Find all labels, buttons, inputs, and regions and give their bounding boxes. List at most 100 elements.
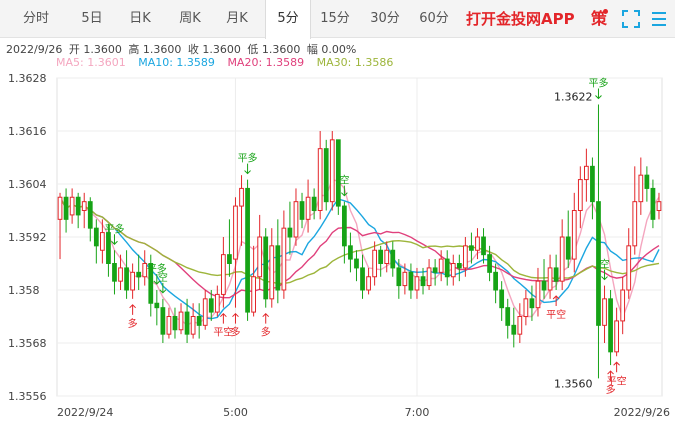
- candle-body: [384, 249, 390, 264]
- candle-body: [360, 267, 365, 291]
- candle-body: [517, 316, 523, 335]
- candle-body: [293, 201, 299, 238]
- candlestick-chart[interactable]: 1.3628 1.3616 1.3604 1.3592 1.358 1.3568 1.355…: [0, 0, 675, 424]
- y-tick-label: 1.3556: [8, 390, 47, 403]
- candle-body: [154, 302, 160, 309]
- candle-body: [493, 271, 499, 291]
- candle-body: [426, 267, 432, 287]
- candle-body: [644, 174, 650, 189]
- y-tick-label: 1.3628: [8, 72, 47, 85]
- candle-body: [196, 316, 202, 326]
- candle-body: [571, 210, 577, 260]
- signal-arrow: [111, 234, 118, 245]
- x-tick-label: 5:00: [223, 406, 248, 419]
- candle-body: [106, 232, 111, 264]
- candle-body: [535, 280, 541, 309]
- signal-label: 平多: [588, 77, 608, 90]
- candle-body: [469, 245, 474, 251]
- signal-label: 平多: [104, 222, 124, 235]
- candle-body: [553, 267, 559, 282]
- candle-body: [438, 258, 444, 273]
- signal-arrow: [613, 361, 620, 373]
- y-tick-label: 1.358: [8, 284, 40, 297]
- candle-body: [245, 187, 250, 313]
- candle-body: [547, 267, 553, 291]
- candle-body: [233, 205, 238, 260]
- signal-label: 平空: [607, 374, 627, 387]
- candle-body: [372, 249, 378, 278]
- candle-body: [602, 298, 607, 326]
- y-tick-label: 1.3568: [8, 337, 47, 350]
- candle-body: [220, 254, 226, 295]
- candle-body: [118, 267, 123, 282]
- candle-body: [323, 148, 329, 203]
- candle-body: [614, 320, 620, 353]
- candle-body: [565, 236, 571, 260]
- candle-body: [656, 201, 662, 212]
- candle-body: [305, 196, 311, 220]
- candle-body: [414, 276, 420, 291]
- y-tick-label: 1.3616: [8, 125, 47, 138]
- signal-label: 多: [128, 317, 138, 330]
- candle-body: [487, 254, 492, 273]
- candle-body: [251, 276, 257, 313]
- candle-body: [608, 298, 613, 353]
- candle-body: [112, 263, 117, 282]
- candle-body: [311, 196, 317, 211]
- signal-arrow: [129, 304, 136, 315]
- candle-body: [475, 236, 480, 251]
- candle-body: [124, 267, 129, 291]
- candle-body: [638, 174, 644, 203]
- candle-body: [257, 236, 263, 278]
- candle-body: [275, 245, 281, 291]
- candle-body: [450, 263, 456, 278]
- candle-body: [341, 205, 347, 247]
- candle-body: [481, 236, 486, 256]
- candle-body: [190, 316, 196, 335]
- signal-arrow: [262, 312, 270, 324]
- candle-body: [511, 324, 517, 335]
- candle-body: [172, 316, 178, 331]
- candle-body: [287, 227, 293, 238]
- candle-body: [281, 227, 287, 291]
- candle-body: [263, 236, 269, 300]
- x-tick-label: 2022/9/26: [614, 406, 670, 419]
- candle-body: [378, 249, 384, 264]
- signal-arrow: [341, 185, 348, 197]
- candle-body: [63, 196, 69, 220]
- x-tick-label: 2022/9/24: [57, 406, 113, 419]
- candle-body: [299, 201, 305, 220]
- candle-body: [178, 311, 184, 331]
- candle-body: [444, 258, 450, 278]
- candle-body: [541, 280, 547, 291]
- candle-body: [227, 254, 232, 265]
- candle-body: [626, 245, 632, 291]
- signal-label: 平空: [213, 326, 233, 339]
- signal-label: 空: [158, 271, 168, 284]
- candle-body: [269, 245, 275, 300]
- candle-body: [432, 267, 438, 273]
- candle-body: [136, 271, 142, 278]
- candle-body: [75, 196, 81, 216]
- candle-body: [81, 201, 87, 212]
- candle-body: [166, 316, 172, 335]
- candle-body: [354, 258, 359, 269]
- candle-body: [202, 298, 208, 326]
- candle-body: [396, 267, 402, 287]
- signal-arrow: [244, 163, 251, 175]
- signal-label: 空: [339, 174, 349, 187]
- candle-body: [160, 307, 166, 335]
- candle-body: [317, 148, 323, 212]
- candle-body: [57, 196, 63, 220]
- signal-arrow: [220, 312, 227, 324]
- candle-body: [650, 187, 656, 220]
- candle-body: [335, 139, 341, 207]
- signal-label: 平多: [238, 152, 258, 165]
- candle-body: [408, 271, 414, 291]
- extreme-label: 1.3622: [554, 91, 593, 104]
- extreme-label: 1.3560: [554, 377, 593, 390]
- candle-body: [239, 187, 244, 207]
- signal-arrow: [595, 88, 602, 100]
- candle-body: [559, 236, 565, 282]
- candle-body: [402, 271, 408, 287]
